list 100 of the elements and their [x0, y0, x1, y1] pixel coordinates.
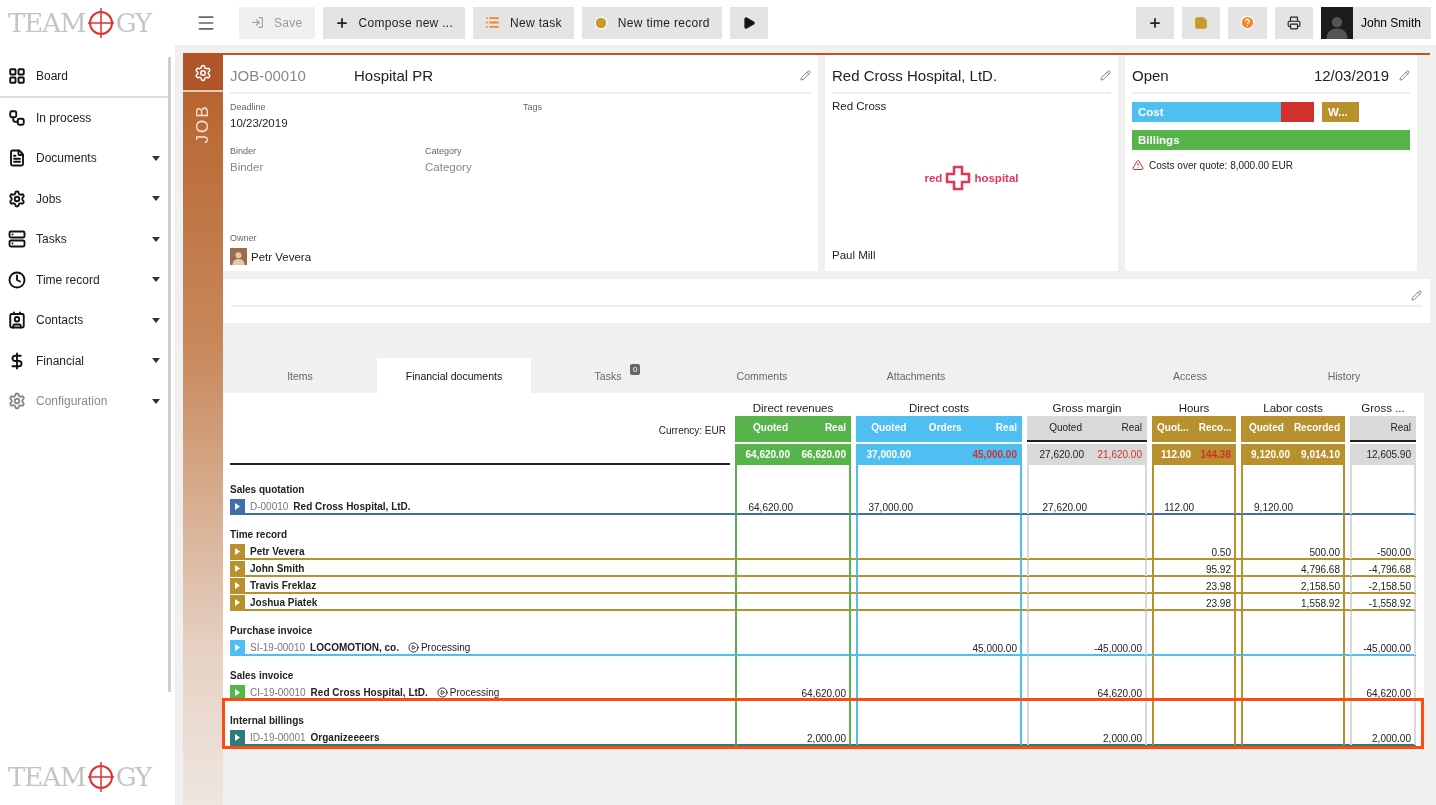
avatar-icon: [231, 250, 246, 265]
tab[interactable]: Access: [1113, 358, 1267, 393]
column-group-title: Direct costs: [907, 401, 971, 416]
user-button[interactable]: John Smith: [1320, 6, 1431, 39]
status-label: Processing: [449, 686, 500, 698]
table-cell-text: 2,000.00: [1102, 733, 1143, 745]
note-button[interactable]: [1181, 6, 1220, 39]
expand-button[interactable]: [230, 729, 245, 745]
column-group-title: Gross ...: [1360, 401, 1406, 416]
table-cell-text: -4,796.68: [1367, 564, 1412, 576]
column-group-title: Hours: [1177, 401, 1211, 416]
sticky-note-icon: [1193, 15, 1208, 30]
caret-icon: [235, 564, 240, 572]
sidebar-item[interactable]: Tasks: [0, 219, 168, 260]
sidebar-item[interactable]: Jobs: [0, 178, 168, 219]
table-cell-text: 27,620.00: [1041, 502, 1088, 514]
table-cell-text: 64,620.00: [800, 688, 847, 700]
caret-icon: [152, 358, 160, 364]
play-button[interactable]: [729, 6, 768, 39]
totals-cell: 112.00 144.38: [1152, 444, 1236, 465]
pencil-icon[interactable]: [1100, 70, 1111, 81]
document-number: CI-19-00010: [250, 686, 306, 698]
expand-button[interactable]: [230, 543, 245, 559]
tab[interactable]: Items: [223, 358, 377, 393]
column-header: Quoted Orders Real: [856, 416, 1022, 442]
contact-card-icon: [8, 311, 26, 330]
job-title: Hospital PR: [354, 67, 435, 84]
caret-icon: [152, 398, 160, 404]
caret-icon: [235, 643, 240, 651]
table-cell-text: 0.50: [1210, 547, 1232, 559]
play-icon: [741, 15, 756, 30]
column-group-title: Labor costs: [1262, 401, 1324, 416]
list-icon: [485, 15, 501, 30]
caret-icon: [152, 317, 160, 323]
sidebar-item[interactable]: Board: [0, 57, 168, 98]
settings-icon: [8, 392, 26, 411]
tab[interactable]: History: [1267, 358, 1421, 393]
table-cell-text: -2,158.50: [1367, 581, 1412, 593]
input-field[interactable]: Binder: [230, 161, 380, 173]
new-task-button[interactable]: New task: [473, 6, 574, 39]
sidebar-item[interactable]: Financial: [0, 340, 168, 381]
table-cell-text: 4,796.68: [1300, 564, 1341, 576]
print-button[interactable]: [1274, 6, 1313, 39]
plus-icon: [334, 15, 349, 30]
row-name: Red Cross Hospital, LtD.: [310, 686, 428, 698]
input-field[interactable]: Category: [425, 161, 575, 173]
table-cell-text: 64,620.00: [1365, 688, 1412, 700]
row-name: Red Cross Hospital, LtD.: [293, 500, 411, 512]
section-title: Sales invoice: [230, 670, 295, 683]
section-title: Internal billings: [230, 715, 305, 728]
count-badge: 0: [630, 364, 641, 375]
pencil-icon[interactable]: [800, 70, 811, 81]
sidebar-item[interactable]: Documents: [0, 138, 168, 179]
sidebar-item[interactable]: Time record: [0, 259, 168, 300]
document-number: D-00010: [250, 500, 289, 512]
caret-icon: [235, 502, 240, 510]
expand-button[interactable]: [230, 560, 245, 576]
document-number: ID-19-00001: [250, 731, 306, 743]
table-cell-text: -500.00: [1376, 547, 1412, 559]
row-name: Travis Freklaz: [250, 579, 317, 591]
caret-icon: [152, 155, 160, 161]
expand-button[interactable]: [230, 577, 245, 593]
column-header: Quoted Recorded: [1241, 416, 1345, 442]
sidebar-item[interactable]: In process: [0, 97, 168, 138]
tab[interactable]: Financial documents: [377, 358, 531, 393]
column-header: Real: [1350, 416, 1416, 442]
customer-name: Red Cross Hospital, LtD.: [832, 67, 999, 84]
caret-icon: [235, 598, 240, 606]
table-cell-text: 500.00: [1308, 547, 1341, 559]
help-icon: [1239, 15, 1255, 30]
add-button[interactable]: [1135, 6, 1174, 39]
table-cell-text: -1,558.92: [1367, 598, 1412, 610]
document-icon: [8, 149, 26, 168]
tab[interactable]: Comments: [685, 358, 839, 393]
table-cell-text: 45,000.00: [971, 643, 1018, 655]
field-label: Owner: [230, 233, 258, 243]
compose-button[interactable]: Compose new ...: [322, 6, 466, 39]
tab[interactable]: Attachments: [839, 358, 993, 393]
table-cell-text: -45,000.00: [1093, 643, 1143, 655]
pencil-icon[interactable]: [1411, 289, 1422, 301]
cost-bar: Cost: [1132, 102, 1314, 122]
play-circle-icon: [436, 686, 448, 698]
row-name: Petr Vevera: [250, 545, 305, 557]
expand-button[interactable]: [230, 639, 245, 655]
expand-button[interactable]: [230, 498, 245, 514]
sidebar-item[interactable]: Contacts: [0, 300, 168, 341]
new-time-record-button[interactable]: New time record: [581, 6, 722, 39]
table-cell-text: 23.98: [1204, 581, 1232, 593]
expand-button[interactable]: [230, 594, 245, 610]
row-name: John Smith: [250, 562, 305, 574]
sign-in-icon: [251, 16, 264, 29]
field-label: Category: [425, 146, 463, 156]
totals-cell: 37,000.00 45,000.00: [856, 444, 1022, 465]
table-cell-text: 64,620.00: [1096, 688, 1143, 700]
gear-icon: [194, 63, 212, 82]
tab[interactable]: Tasks 0: [531, 358, 685, 393]
pencil-icon[interactable]: [1399, 70, 1410, 81]
help-button[interactable]: [1227, 6, 1267, 39]
table-cell-text: 23.98: [1204, 598, 1232, 610]
grid-icon: [8, 67, 26, 86]
